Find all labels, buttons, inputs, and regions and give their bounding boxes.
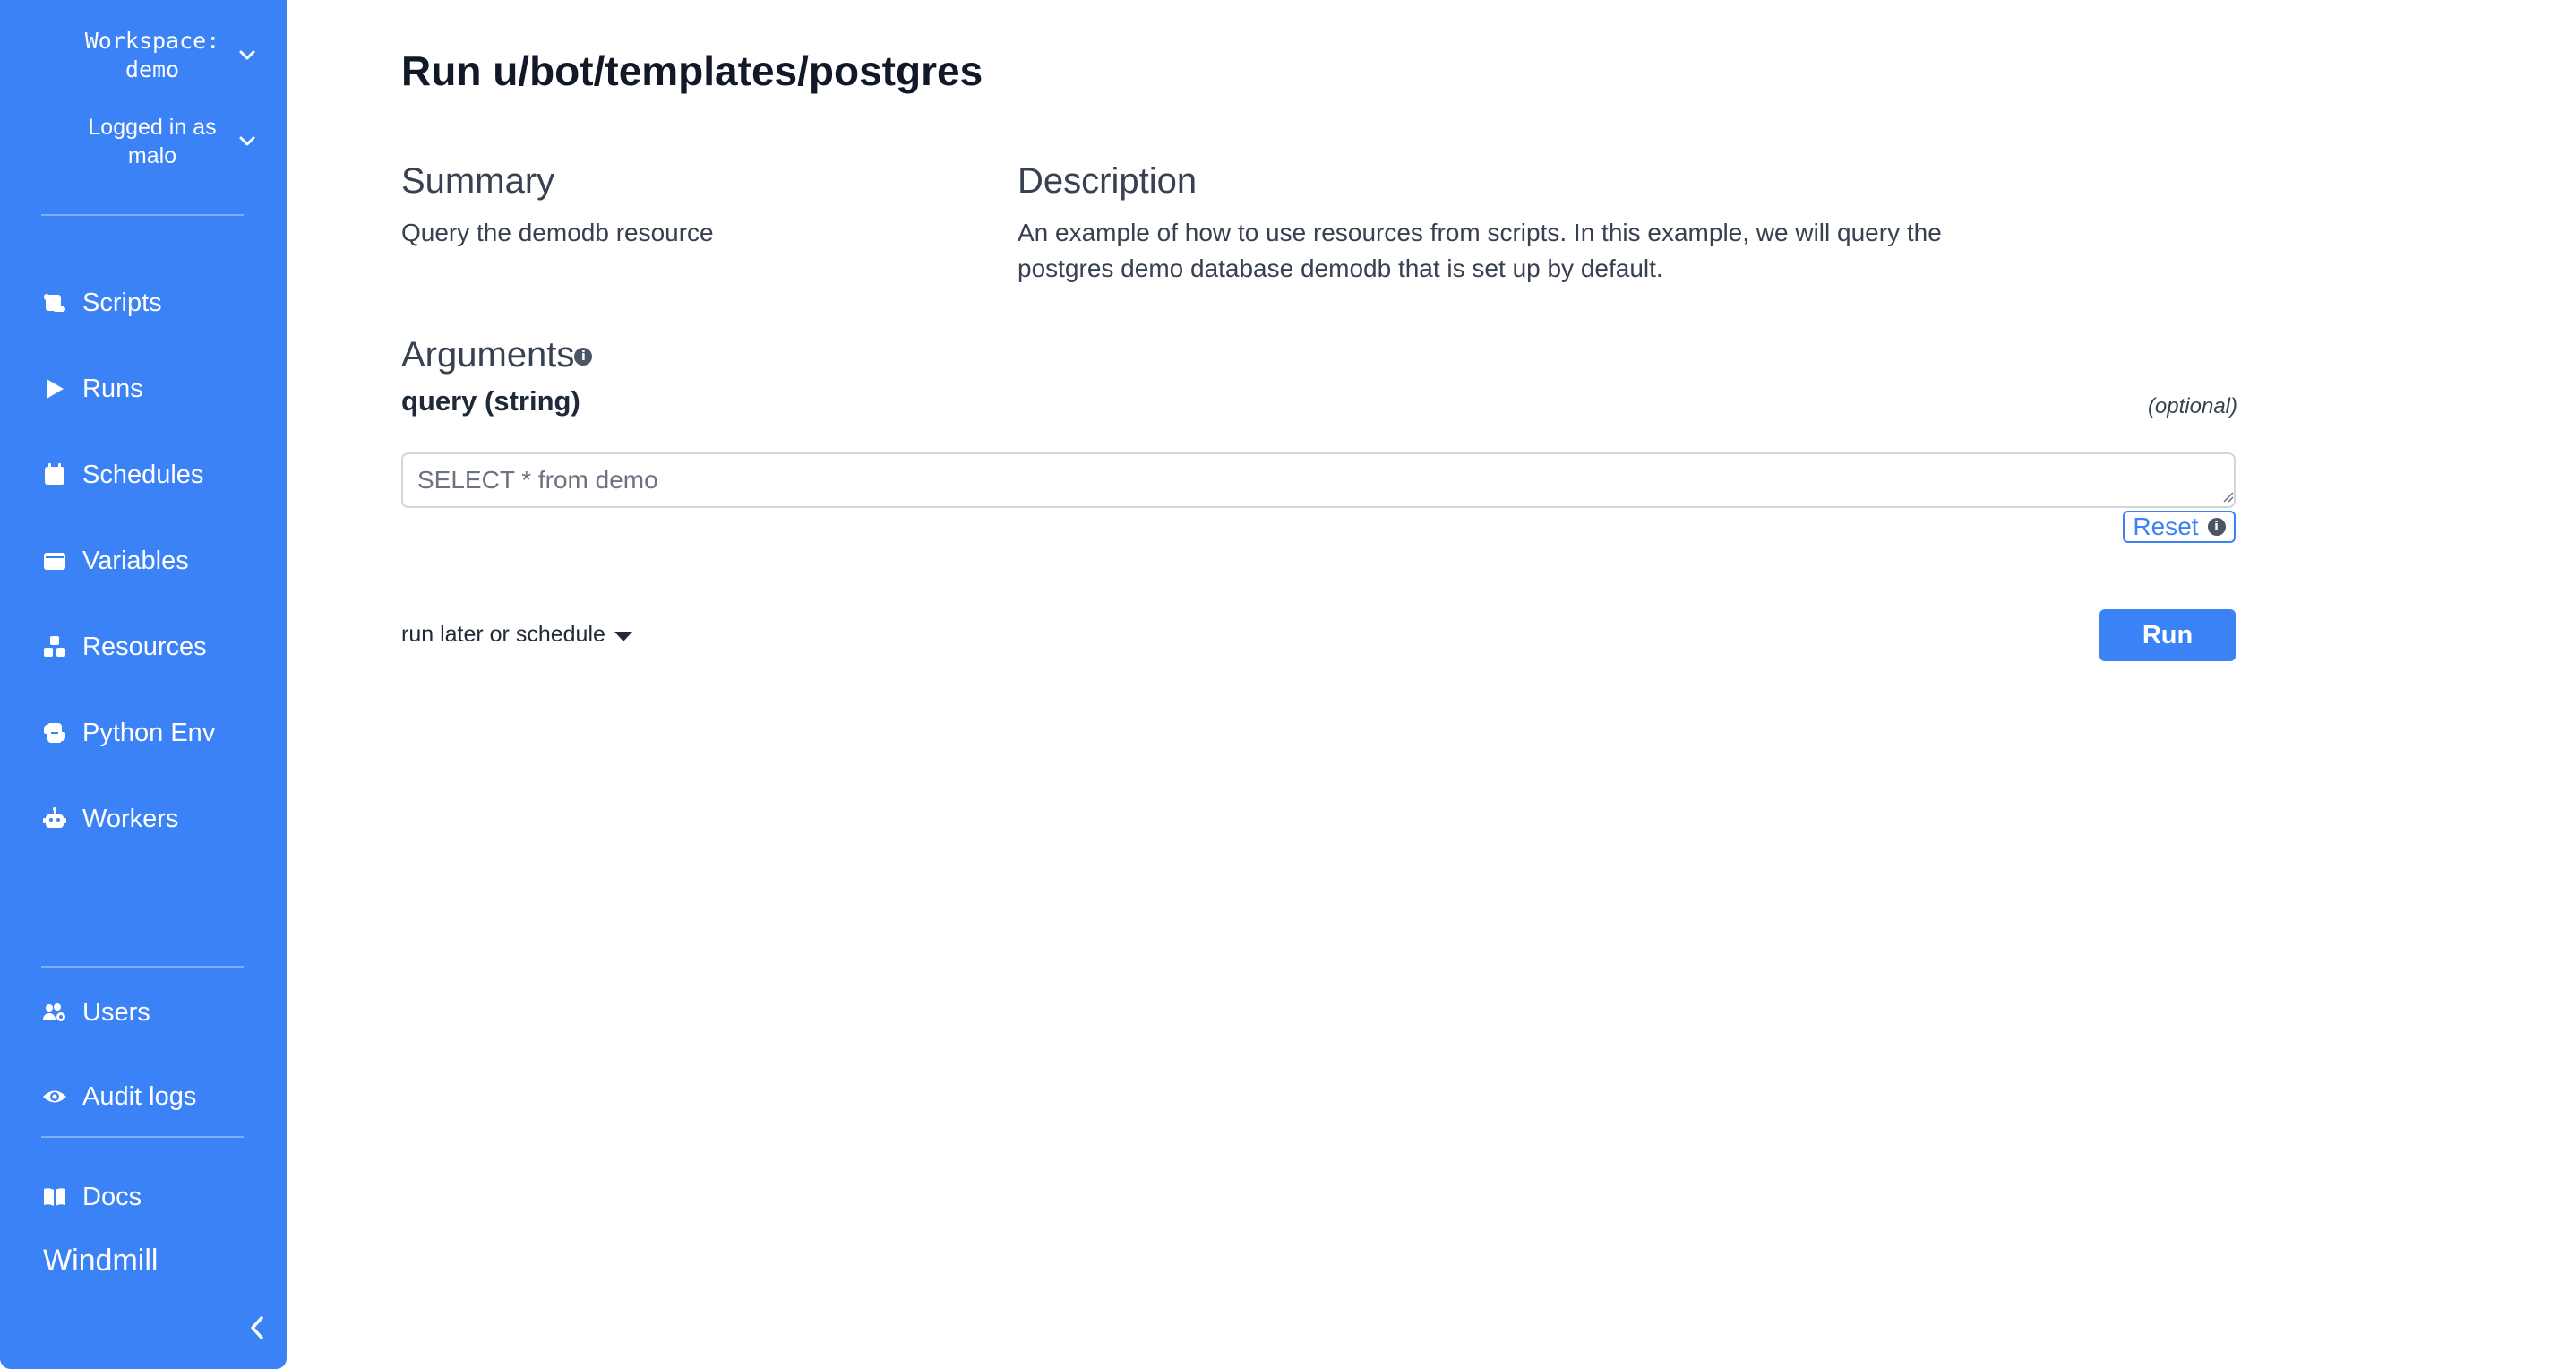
sidebar-divider	[41, 1136, 244, 1138]
reset-button[interactable]: Reset i	[2123, 511, 2236, 543]
sidebar-item-label: Workers	[82, 804, 179, 833]
collapse-sidebar-button[interactable]	[242, 1310, 272, 1346]
sidebar-item-python-env[interactable]: Python Env	[39, 710, 215, 756]
summary-heading: Summary	[401, 161, 555, 201]
cubes-icon	[39, 632, 70, 662]
sidebar-item-users[interactable]: Users	[39, 989, 150, 1036]
argument-name: query (string)	[401, 385, 580, 417]
brand-name: Windmill	[43, 1244, 159, 1278]
sidebar-item-audit-logs[interactable]: Audit logs	[39, 1073, 196, 1120]
sidebar-item-label: Users	[82, 997, 150, 1027]
sidebar-item-label: Scripts	[82, 288, 162, 317]
sidebar-item-label: Runs	[82, 374, 143, 403]
workspace-label: Workspace: demo	[84, 28, 220, 82]
query-input[interactable]	[401, 452, 2236, 508]
sidebar-item-label: Resources	[82, 632, 207, 661]
robot-icon	[39, 804, 70, 834]
sidebar: Workspace: demo Logged in as malo Script…	[0, 0, 287, 1369]
sidebar-item-label: Variables	[82, 546, 189, 575]
play-icon	[39, 374, 70, 404]
users-cog-icon	[39, 997, 70, 1028]
arguments-heading: Arguments i	[401, 335, 593, 375]
description-heading: Description	[1018, 161, 1198, 201]
sidebar-item-label: Python Env	[82, 718, 216, 747]
sidebar-item-runs[interactable]: Runs	[39, 366, 143, 412]
sidebar-item-label: Docs	[82, 1182, 142, 1211]
reset-label: Reset	[2133, 512, 2199, 540]
sidebar-divider	[41, 966, 244, 968]
sidebar-item-workers[interactable]: Workers	[39, 796, 178, 842]
user-menu[interactable]: Logged in as malo	[45, 113, 260, 170]
eye-icon	[39, 1081, 70, 1112]
sidebar-item-label: Audit logs	[82, 1081, 197, 1111]
resize-handle-icon[interactable]	[2220, 488, 2234, 503]
summary-text: Query the demodb resource	[401, 219, 714, 246]
sidebar-item-label: Schedules	[82, 460, 204, 489]
book-icon	[39, 1182, 70, 1212]
info-icon[interactable]: i	[574, 348, 593, 366]
chevron-down-icon	[235, 43, 260, 68]
sidebar-divider	[41, 214, 244, 216]
sidebar-item-scripts[interactable]: Scripts	[39, 280, 162, 326]
sidebar-item-schedules[interactable]: Schedules	[39, 452, 203, 498]
run-later-toggle[interactable]: run later or schedule	[401, 622, 632, 648]
calendar-icon	[39, 460, 70, 490]
page-title: Run u/bot/templates/postgres	[401, 47, 983, 94]
sidebar-item-variables[interactable]: Variables	[39, 538, 189, 584]
arguments-heading-label: Arguments	[401, 335, 575, 375]
run-button[interactable]: Run	[2099, 609, 2236, 661]
schedule-label: run later or schedule	[401, 622, 605, 647]
description-text: An example of how to use resources from …	[1018, 219, 1942, 282]
python-icon	[39, 718, 70, 748]
user-label: Logged in as malo	[88, 115, 217, 168]
workspace-selector[interactable]: Workspace: demo	[45, 27, 260, 84]
caret-down-icon	[614, 632, 632, 641]
sidebar-item-resources[interactable]: Resources	[39, 624, 207, 670]
sidebar-item-docs[interactable]: Docs	[39, 1174, 142, 1220]
optional-label: (optional)	[2147, 394, 2237, 418]
chevron-down-icon	[235, 129, 260, 154]
chevron-left-icon	[251, 1316, 263, 1339]
scroll-icon	[39, 288, 70, 318]
info-icon: i	[2207, 518, 2226, 536]
wallet-icon	[39, 546, 70, 576]
